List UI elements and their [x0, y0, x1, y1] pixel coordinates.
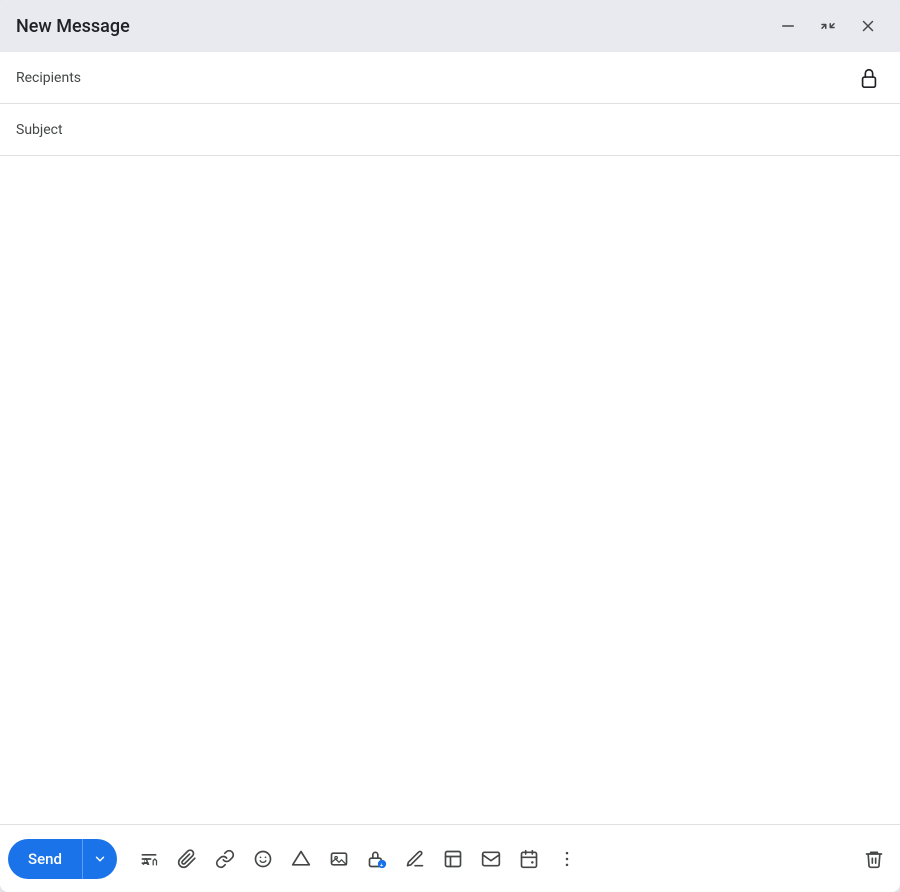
discard-button[interactable]	[856, 841, 892, 877]
compose-window: New Message Recipients	[0, 0, 900, 892]
attach-icon	[177, 849, 197, 869]
more-options-button[interactable]	[549, 841, 585, 877]
confidential-icon: +	[367, 849, 387, 869]
attach-button[interactable]	[169, 841, 205, 877]
message-body[interactable]	[0, 156, 900, 824]
minimize-button[interactable]	[772, 10, 804, 42]
toolbar: Send A	[0, 824, 900, 892]
trash-icon	[864, 849, 884, 869]
calendar-icon	[519, 849, 539, 869]
svg-text:+: +	[380, 862, 384, 868]
recipients-label: Recipients	[16, 70, 96, 86]
format-text-icon: A	[139, 849, 159, 869]
confidential-button[interactable]: +	[359, 841, 395, 877]
envelope-icon	[481, 849, 501, 869]
template-icon	[443, 849, 463, 869]
schedule-send-button[interactable]	[511, 841, 547, 877]
send-button[interactable]: Send	[8, 839, 82, 879]
more-vert-icon	[557, 849, 577, 869]
minimize-icon	[779, 17, 797, 35]
title-bar-controls	[772, 10, 884, 42]
lock-button[interactable]	[854, 63, 884, 93]
signature-button[interactable]	[397, 841, 433, 877]
emoji-button[interactable]	[245, 841, 281, 877]
send-button-group: Send	[8, 839, 117, 879]
recipients-row: Recipients	[0, 52, 900, 104]
svg-text:A: A	[142, 856, 150, 867]
subject-label: Subject	[16, 122, 96, 138]
window-title: New Message	[16, 16, 130, 37]
photo-icon	[329, 849, 349, 869]
expand-icon	[819, 17, 837, 35]
link-icon	[215, 849, 235, 869]
subject-row: Subject	[0, 104, 900, 156]
send-dropdown-button[interactable]	[82, 839, 117, 879]
drive-icon	[291, 849, 311, 869]
emoji-icon	[253, 849, 273, 869]
lock-icon	[858, 67, 880, 89]
recipients-actions	[854, 63, 884, 93]
close-button[interactable]	[852, 10, 884, 42]
format-text-button[interactable]: A	[131, 841, 167, 877]
recipients-input[interactable]	[96, 70, 854, 86]
title-bar: New Message	[0, 0, 900, 52]
insert-link-button[interactable]	[207, 841, 243, 877]
close-icon	[859, 17, 877, 35]
insert-photo-button[interactable]	[321, 841, 357, 877]
chevron-down-icon	[93, 852, 107, 866]
subject-input[interactable]	[96, 122, 884, 138]
labels-button[interactable]	[473, 841, 509, 877]
signature-icon	[405, 849, 425, 869]
template-button[interactable]	[435, 841, 471, 877]
expand-button[interactable]	[812, 10, 844, 42]
drive-button[interactable]	[283, 841, 319, 877]
